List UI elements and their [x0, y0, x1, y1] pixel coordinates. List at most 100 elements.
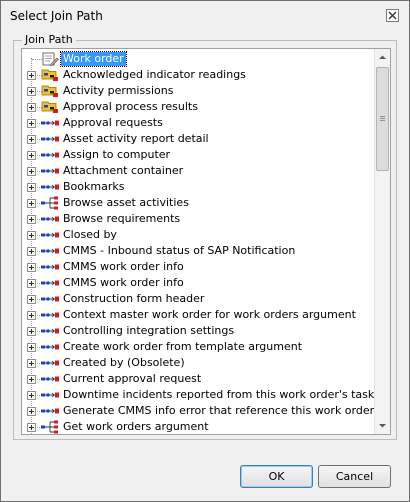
expand-icon[interactable] [27, 359, 36, 368]
expand-icon[interactable] [27, 391, 36, 400]
tree-item[interactable]: CMMS work order info [22, 259, 374, 275]
ok-button[interactable]: OK [240, 465, 313, 488]
tree-item-label[interactable]: Closed by [61, 228, 119, 242]
tree-item[interactable]: Asset activity report detail [22, 131, 374, 147]
expand-icon[interactable] [27, 279, 36, 288]
relation-icon [41, 232, 59, 238]
expand-icon[interactable] [27, 167, 36, 176]
tree-item-label[interactable]: Asset activity report detail [61, 132, 211, 146]
tree-item[interactable]: Activity permissions [22, 83, 374, 99]
expand-icon[interactable] [27, 103, 36, 112]
tree-item-label[interactable]: CMMS work order info [61, 276, 186, 290]
expand-icon[interactable] [27, 263, 36, 272]
tree-item-label[interactable]: Construction form header [61, 292, 206, 306]
expand-icon[interactable] [27, 135, 36, 144]
close-button[interactable] [386, 9, 399, 22]
tree-item[interactable]: Construction form header [22, 291, 374, 307]
tree-item-label[interactable]: Get work orders argument [61, 420, 211, 434]
tree-item-label[interactable]: CMMS - Inbound status of SAP Notificatio… [61, 244, 297, 258]
tree-item-label[interactable]: Controlling integration settings [61, 324, 236, 338]
join-path-group-label: Join Path [22, 33, 76, 46]
tree-item-label[interactable]: Browse asset activities [61, 196, 191, 210]
tree-item-label[interactable]: CMMS work order info [61, 260, 186, 274]
expand-icon[interactable] [27, 151, 36, 160]
tree-item-label[interactable]: Browse requirements [61, 212, 182, 226]
thumb-grip-line [380, 118, 385, 119]
tree-item[interactable]: CMMS work order info [22, 275, 374, 291]
tree-item[interactable]: Assign to computer [22, 147, 374, 163]
relation-icon [41, 168, 59, 174]
relation-icon [41, 312, 59, 318]
tree-item[interactable]: Approval requests [22, 115, 374, 131]
tree-root-label[interactable]: Work order [60, 51, 127, 67]
tree-item-label[interactable]: Downtime incidents reported from this wo… [61, 388, 374, 402]
expand-icon[interactable] [27, 71, 36, 80]
tree-item[interactable]: Acknowledged indicator readings [22, 67, 374, 83]
work-order-icon [42, 52, 59, 66]
expand-icon[interactable] [27, 87, 36, 96]
tree-item-label[interactable]: Assign to computer [61, 148, 172, 162]
relation-icon [41, 136, 59, 142]
relation-icon [41, 152, 59, 158]
scroll-up-icon[interactable] [378, 53, 387, 62]
expand-icon[interactable] [27, 327, 36, 336]
tree-item-label[interactable]: Approval requests [61, 116, 165, 130]
tree-item[interactable]: Context master work order for work order… [22, 307, 374, 323]
relation-icon [41, 296, 59, 302]
expand-icon[interactable] [27, 375, 36, 384]
tree-item-label[interactable]: Context master work order for work order… [61, 308, 358, 322]
tree-item-label[interactable]: Create work order from template argument [61, 340, 304, 354]
join-path-tree[interactable]: Work order Acknowledged indicator readin… [21, 48, 391, 435]
scroll-down-icon[interactable] [378, 421, 387, 430]
cancel-button[interactable]: Cancel [318, 465, 391, 488]
tree-item[interactable]: CMMS - Inbound status of SAP Notificatio… [22, 243, 374, 259]
scrollbar-thumb[interactable] [376, 67, 389, 171]
tree-item[interactable]: Created by (Obsolete) [22, 355, 374, 371]
title-bar: Select Join Path [1, 1, 409, 29]
expand-icon[interactable] [27, 183, 36, 192]
relation-icon [41, 184, 59, 190]
tree-item-label[interactable]: Generate CMMS info error that reference … [61, 404, 374, 418]
expand-icon[interactable] [27, 423, 36, 432]
expand-icon[interactable] [27, 311, 36, 320]
tree-root-row[interactable]: Work order [22, 51, 374, 67]
tree-item-label[interactable]: Current approval request [61, 372, 203, 386]
relation-icon [41, 376, 59, 382]
tree-relation-icon [41, 196, 58, 210]
tree-item[interactable]: Browse asset activities [22, 195, 374, 211]
expand-icon[interactable] [27, 295, 36, 304]
vertical-scrollbar[interactable] [374, 49, 390, 434]
relation-icon [41, 344, 59, 350]
tree-item[interactable]: Attachment container [22, 163, 374, 179]
tree-item-label[interactable]: Created by (Obsolete) [61, 356, 187, 370]
expand-icon[interactable] [27, 343, 36, 352]
tree-item[interactable]: Browse requirements [22, 211, 374, 227]
expand-icon[interactable] [27, 119, 36, 128]
tree-relation-icon [41, 420, 58, 434]
tree-item[interactable]: Create work order from template argument [22, 339, 374, 355]
tree-item[interactable]: Current approval request [22, 371, 374, 387]
tree-item-label[interactable]: Attachment container [61, 164, 185, 178]
tree-item-label[interactable]: Activity permissions [61, 84, 175, 98]
expand-icon[interactable] [27, 215, 36, 224]
tree-item[interactable]: Approval process results [22, 99, 374, 115]
expand-icon[interactable] [27, 199, 36, 208]
relation-icon [41, 280, 59, 286]
tree-item[interactable]: Generate CMMS info error that reference … [22, 403, 374, 419]
tree-item-label[interactable]: Acknowledged indicator readings [61, 68, 248, 82]
expand-icon[interactable] [27, 247, 36, 256]
tree-body: Work order Acknowledged indicator readin… [22, 49, 374, 434]
relation-icon [41, 392, 59, 398]
tree-item[interactable]: Get work orders argument [22, 419, 374, 434]
tree-item[interactable]: Bookmarks [22, 179, 374, 195]
tree-item[interactable]: Closed by [22, 227, 374, 243]
expand-icon[interactable] [27, 231, 36, 240]
dialog-title: Select Join Path [10, 9, 103, 23]
tree-item[interactable]: Controlling integration settings [22, 323, 374, 339]
tree-item-label[interactable]: Approval process results [61, 100, 200, 114]
relation-icon [41, 264, 59, 270]
tree-item-label[interactable]: Bookmarks [61, 180, 126, 194]
relation-icon [41, 216, 59, 222]
expand-icon[interactable] [27, 407, 36, 416]
tree-item[interactable]: Downtime incidents reported from this wo… [22, 387, 374, 403]
